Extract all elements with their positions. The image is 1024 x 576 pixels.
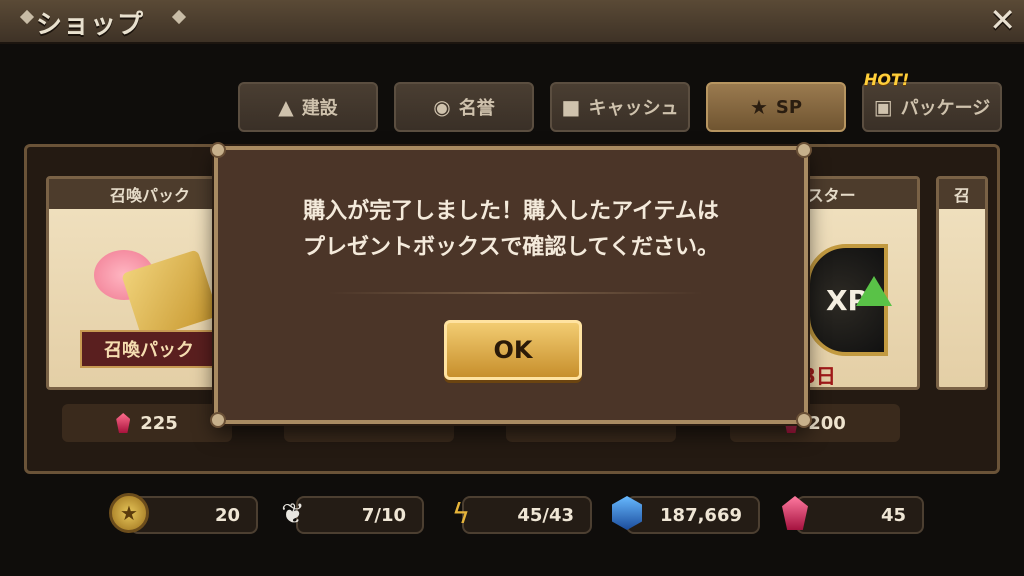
gift-icon: ▣: [873, 95, 893, 119]
wings-counter: 7/10: [296, 496, 424, 534]
close-icon[interactable]: ✕: [989, 4, 1016, 36]
cash-icon: ■: [561, 95, 581, 119]
currency-value: 45: [880, 504, 906, 526]
honor-medal-icon: ★: [108, 490, 150, 536]
tab-label: パッケージ: [900, 98, 991, 119]
crystal-icon: [116, 413, 131, 433]
hot-badge: HOT!: [864, 70, 910, 89]
corner-rivet-icon: [796, 412, 812, 428]
star-icon: ★: [749, 95, 768, 119]
blue-crystal-icon: [606, 490, 648, 536]
tab-label: 名誉: [458, 98, 495, 119]
price-value: 200: [808, 412, 846, 434]
dialog-message: 購入が完了しました！購入したアイテムは プレゼントボックスで確認してください。: [218, 194, 804, 266]
currency-value: 187,669: [660, 504, 742, 526]
currency-value: 20: [214, 504, 240, 526]
corner-rivet-icon: [210, 412, 226, 428]
price-value: 225: [140, 412, 178, 434]
corner-rivet-icon: [210, 142, 226, 158]
currency-value: 45/43: [517, 504, 574, 526]
tab-package[interactable]: ▣ パッケージ: [862, 82, 1002, 132]
card-art-label: 召喚パック: [80, 330, 218, 368]
medal-icon: ◉: [433, 95, 451, 119]
wing-icon: ❦: [281, 496, 305, 530]
red-crystal-icon: [774, 490, 816, 536]
title-ornament-left-icon: [19, 9, 35, 25]
building-icon: ▲: [278, 95, 294, 119]
tab-sp[interactable]: ★ SP: [706, 82, 846, 132]
arrow-up-icon: [856, 276, 892, 306]
shop-card-5[interactable]: 召: [936, 176, 988, 390]
tab-honor[interactable]: ◉ 名誉: [394, 82, 534, 132]
card-title: 召: [939, 179, 985, 209]
ok-button[interactable]: OK: [444, 320, 582, 380]
tab-label: キャッシュ: [588, 98, 679, 119]
tab-label: SP: [775, 96, 803, 118]
tab-construction[interactable]: ▲ 建設: [238, 82, 378, 132]
tab-label: 建設: [301, 98, 338, 119]
title-bar: ショップ ✕: [0, 0, 1024, 44]
corner-rivet-icon: [796, 142, 812, 158]
currency-value: 7/10: [361, 504, 406, 526]
energy-icon: ϟ: [451, 496, 471, 530]
title-ornament-right-icon: [171, 9, 187, 25]
message-line-2: プレゼントボックスで確認してください。: [302, 235, 720, 260]
page-title: ショップ: [36, 10, 145, 40]
tab-cash[interactable]: ■ キャッシュ: [550, 82, 690, 132]
card-price: 225: [62, 404, 232, 442]
divider: [328, 292, 702, 294]
message-line-1: 購入が完了しました！購入したアイテムは: [303, 199, 719, 224]
purchase-complete-dialog: 購入が完了しました！購入したアイテムは プレゼントボックスで確認してください。 …: [210, 142, 812, 428]
